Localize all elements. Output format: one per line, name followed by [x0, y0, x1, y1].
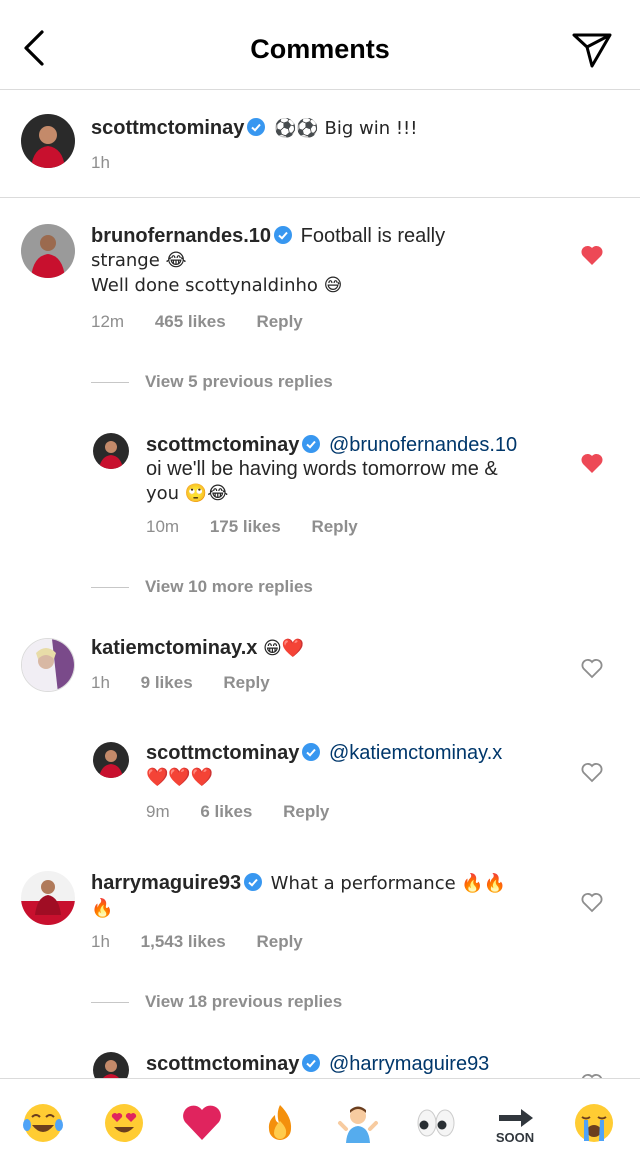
reply-button[interactable]: Reply: [256, 312, 302, 331]
post-caption: scottmctominay ⚽⚽ Big win !!! 1h: [0, 90, 640, 198]
avatar[interactable]: [21, 638, 75, 692]
view-previous-replies[interactable]: View 18 previous replies: [91, 992, 342, 1012]
man-shrugging-emoji[interactable]: [336, 1101, 380, 1145]
timestamp: 12m: [91, 312, 125, 331]
avatar[interactable]: [21, 871, 75, 925]
comment-text: 🔥: [91, 898, 114, 919]
caption-text: ⚽⚽ Big win !!!: [273, 118, 418, 139]
reply-button[interactable]: Reply: [311, 517, 357, 536]
comment-text: 😁❤️: [262, 638, 305, 659]
likes-count[interactable]: 175 likes: [210, 517, 281, 536]
comments-header: Comments: [0, 0, 640, 90]
avatar[interactable]: [21, 114, 75, 168]
verified-badge-icon: [247, 118, 266, 136]
comment-text: Football is really: [300, 225, 446, 247]
divider: [91, 587, 129, 589]
mention-link[interactable]: @harrymaguire93: [329, 1053, 489, 1075]
avatar[interactable]: [93, 433, 129, 469]
mention-link[interactable]: @brunofernandes.10: [329, 434, 517, 456]
verified-badge-icon: [302, 743, 321, 761]
avatar[interactable]: [21, 224, 75, 278]
liked-heart-icon[interactable]: [580, 452, 604, 474]
username[interactable]: scottmctominay: [146, 434, 299, 456]
divider: [91, 1002, 129, 1004]
reply-button[interactable]: Reply: [283, 802, 329, 821]
soon-arrow-emoji[interactable]: SOON: [493, 1101, 537, 1145]
verified-badge-icon: [302, 1054, 321, 1072]
timestamp: 1h: [91, 673, 110, 692]
heart-outline-icon[interactable]: [580, 761, 604, 783]
comment-text: you 🙄😂: [146, 483, 229, 504]
likes-count[interactable]: 6 likes: [200, 802, 252, 821]
timestamp: 9m: [146, 802, 170, 821]
comment-text: ❤️❤️❤️: [146, 767, 214, 788]
emoji-reaction-bar: SOON: [0, 1078, 640, 1161]
eyes-emoji[interactable]: [414, 1101, 458, 1145]
svg-text:SOON: SOON: [496, 1130, 534, 1145]
timestamp: 1h: [91, 932, 110, 951]
heart-outline-icon[interactable]: [580, 891, 604, 913]
tears-of-joy-emoji[interactable]: [21, 1101, 65, 1145]
reply-button[interactable]: Reply: [256, 932, 302, 951]
timestamp: 1h: [91, 153, 110, 172]
page-title: Comments: [250, 34, 390, 64]
view-more-replies[interactable]: View 10 more replies: [91, 577, 313, 597]
avatar[interactable]: [93, 742, 129, 778]
username[interactable]: katiemctominay.x: [91, 637, 257, 659]
comment-text: oi we'll be having words tomorrow me &: [146, 458, 498, 480]
likes-count[interactable]: 9 likes: [141, 673, 193, 692]
send-icon[interactable]: [570, 30, 614, 70]
verified-badge-icon: [244, 873, 263, 891]
likes-count[interactable]: 465 likes: [155, 312, 226, 331]
fire-emoji[interactable]: [258, 1101, 302, 1145]
username[interactable]: scottmctominay: [146, 1053, 299, 1075]
view-previous-replies[interactable]: View 5 previous replies: [91, 372, 333, 392]
mention-link[interactable]: @katiemctominay.x: [329, 742, 502, 764]
timestamp: 10m: [146, 517, 180, 536]
username[interactable]: scottmctominay: [146, 742, 299, 764]
comment-text: What a performance 🔥🔥: [270, 873, 507, 894]
heart-eyes-emoji[interactable]: [102, 1101, 146, 1145]
view-replies-label: View 18 previous replies: [145, 992, 343, 1011]
verified-badge-icon: [274, 226, 293, 244]
view-replies-label: View 5 previous replies: [145, 372, 333, 391]
comment-text: strange 😂: [91, 250, 187, 271]
username[interactable]: scottmctominay: [91, 117, 244, 139]
username[interactable]: harrymaguire93: [91, 872, 241, 894]
verified-badge-icon: [302, 435, 321, 453]
view-replies-label: View 10 more replies: [145, 577, 313, 596]
loudly-crying-emoji[interactable]: [572, 1101, 616, 1145]
liked-heart-icon[interactable]: [580, 244, 604, 266]
likes-count[interactable]: 1,543 likes: [141, 932, 226, 951]
username[interactable]: brunofernandes.10: [91, 225, 271, 247]
red-heart-emoji[interactable]: [180, 1101, 224, 1145]
comment-text: Well done scottynaldinho 😅: [91, 275, 343, 296]
reply-button[interactable]: Reply: [223, 673, 269, 692]
divider: [91, 382, 129, 384]
heart-outline-icon[interactable]: [580, 657, 604, 679]
